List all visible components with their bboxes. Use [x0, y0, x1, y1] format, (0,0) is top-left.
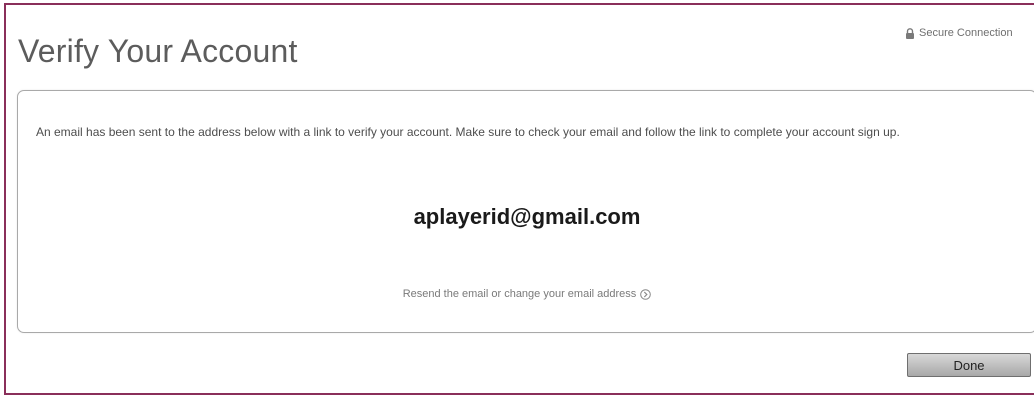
- resend-email-label: Resend the email or change your email ad…: [402, 288, 637, 300]
- circle-arrow-right-icon: [640, 288, 652, 300]
- page-title: Verify Your Account: [18, 33, 298, 69]
- secure-connection-label: Secure Connection: [919, 27, 1013, 39]
- lock-icon: [906, 27, 914, 39]
- resend-row: Resend the email or change your email ad…: [18, 288, 1034, 300]
- verification-panel: An email has been sent to the address be…: [17, 90, 1034, 333]
- secure-connection-indicator: Secure Connection: [905, 27, 1013, 39]
- done-button[interactable]: Done: [907, 353, 1031, 377]
- verification-message: An email has been sent to the address be…: [36, 125, 900, 139]
- email-address: aplayerid@gmail.com: [413, 204, 641, 229]
- resend-email-link[interactable]: Resend the email or change your email ad…: [403, 288, 652, 300]
